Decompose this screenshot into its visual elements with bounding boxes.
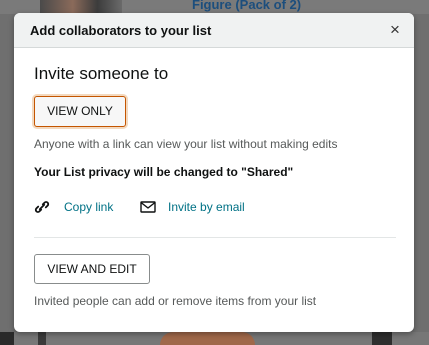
envelope-icon xyxy=(140,201,156,213)
privacy-notice: Your List privacy will be changed to "Sh… xyxy=(34,165,294,179)
background-thumbnail xyxy=(372,332,392,345)
invite-by-email-label: Invite by email xyxy=(168,200,245,214)
add-collaborators-dialog: Add collaborators to your list × Invite … xyxy=(14,13,414,332)
view-only-button[interactable]: VIEW ONLY xyxy=(34,96,126,127)
close-icon: × xyxy=(390,20,400,39)
view-and-edit-button[interactable]: VIEW AND EDIT xyxy=(34,254,150,284)
dialog-title: Add collaborators to your list xyxy=(30,23,212,38)
view-and-edit-description: Invited people can add or remove items f… xyxy=(34,294,317,308)
section-divider xyxy=(34,237,396,238)
close-button[interactable]: × xyxy=(386,21,404,39)
invite-heading: Invite someone to xyxy=(34,64,169,83)
background-product-link: Figure (Pack of 2) xyxy=(192,0,302,12)
copy-link-label: Copy link xyxy=(64,200,114,214)
background-product-image xyxy=(40,0,122,14)
link-icon xyxy=(34,201,50,213)
background-thumbnail xyxy=(0,332,14,345)
dialog-header: Add collaborators to your list × xyxy=(14,13,414,48)
background-thumbnail xyxy=(38,332,46,345)
background-thumbnail xyxy=(160,332,255,345)
view-only-description: Anyone with a link can view your list wi… xyxy=(34,137,338,151)
